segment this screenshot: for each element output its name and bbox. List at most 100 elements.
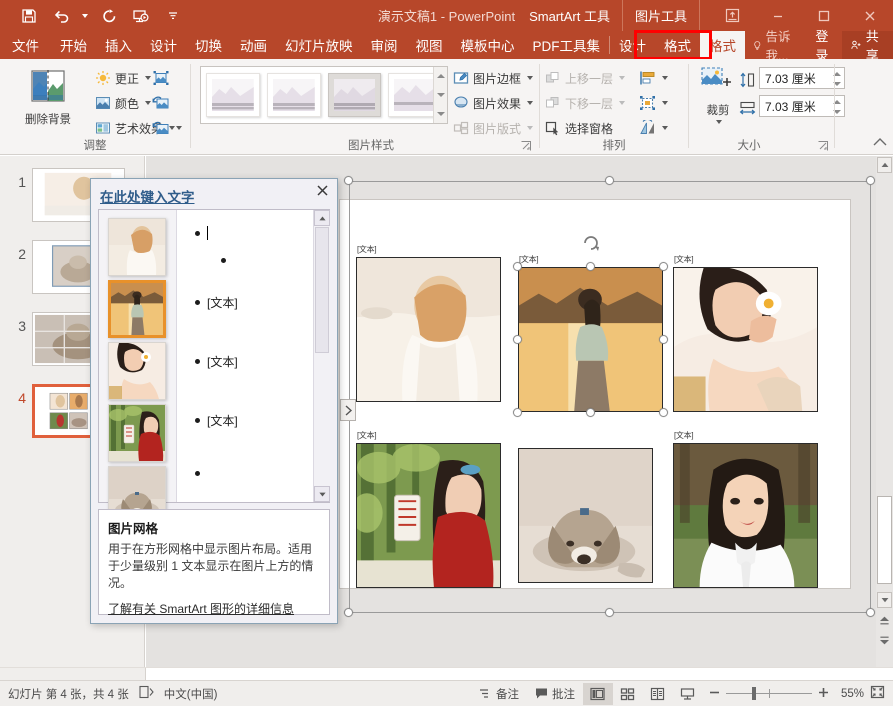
- sign-in-button[interactable]: 登录: [807, 29, 842, 63]
- text-pane-scroll-up-button[interactable]: [314, 210, 330, 226]
- tab-transitions[interactable]: 切换: [186, 31, 231, 59]
- text-pane-bullet-1[interactable]: [195, 226, 215, 240]
- zoom-slider-track[interactable]: [725, 687, 812, 700]
- picture-layout-button[interactable]: 图片版式: [453, 117, 534, 139]
- tab-review[interactable]: 审阅: [362, 31, 407, 59]
- scroll-down-button[interactable]: [877, 592, 892, 608]
- rotate-button[interactable]: [639, 117, 668, 139]
- send-backward-button[interactable]: 下移一层: [545, 92, 626, 114]
- close-icon[interactable]: [316, 184, 329, 201]
- start-slideshow-icon[interactable]: [126, 3, 156, 29]
- zoom-out-icon[interactable]: [709, 687, 720, 701]
- customize-qat-icon[interactable]: [158, 3, 188, 29]
- language-label[interactable]: 中文(中国): [164, 686, 218, 702]
- smartart-handle-se[interactable]: [866, 608, 875, 617]
- picture-styles-dialog-launcher[interactable]: [521, 141, 531, 151]
- tab-animations[interactable]: 动画: [231, 31, 276, 59]
- text-pane-bullet-4[interactable]: [文本]: [195, 353, 238, 370]
- text-pane-bullet-5[interactable]: [文本]: [195, 412, 238, 429]
- tab-insert[interactable]: 插入: [96, 31, 141, 59]
- tab-design[interactable]: 设计: [141, 31, 186, 59]
- slide-vertical-scrollbar[interactable]: [876, 156, 893, 667]
- tab-slideshow[interactable]: 幻灯片放映: [276, 31, 362, 59]
- smartart-handle-s[interactable]: [605, 608, 614, 617]
- text-pane-bullet-6[interactable]: [195, 471, 207, 476]
- text-pane-bullet-2[interactable]: [221, 258, 233, 263]
- text-pane-scroll-down-button[interactable]: [314, 486, 330, 502]
- reset-picture-button[interactable]: [152, 117, 182, 139]
- change-picture-button[interactable]: [152, 92, 170, 114]
- learn-more-link[interactable]: 了解有关 SmartArt 图形的详细信息: [108, 600, 320, 617]
- selection-pane-button[interactable]: 选择窗格: [545, 117, 613, 139]
- notes-button[interactable]: 备注: [471, 683, 527, 705]
- gallery-scroll-down-button[interactable]: [433, 85, 447, 105]
- ribbon-display-options-icon[interactable]: [709, 0, 755, 31]
- corrections-button[interactable]: 更正: [95, 67, 152, 89]
- tab-template-center[interactable]: 模板中心: [452, 31, 524, 59]
- accessibility-icon[interactable]: [139, 685, 154, 702]
- undo-icon[interactable]: [46, 3, 76, 29]
- undo-dropdown-icon[interactable]: [78, 3, 92, 29]
- smartart-selection-frame[interactable]: [344, 176, 875, 617]
- group-button[interactable]: [639, 92, 668, 114]
- text-pane-thumb-4[interactable]: [108, 404, 166, 462]
- picture-effects-button[interactable]: 图片效果: [453, 92, 534, 114]
- comments-button[interactable]: 批注: [527, 683, 583, 705]
- expand-text-pane-button[interactable]: [340, 399, 356, 421]
- text-pane-scroll-thumb[interactable]: [315, 227, 329, 353]
- fit-slide-to-window-icon[interactable]: [870, 685, 885, 702]
- tab-pdf-tools[interactable]: PDF工具集: [524, 31, 610, 59]
- tab-picture-format[interactable]: 格式: [700, 31, 745, 59]
- zoom-slider-thumb[interactable]: [751, 687, 756, 700]
- text-pane-thumb-3[interactable]: [108, 342, 166, 400]
- picture-style-item-2[interactable]: [266, 73, 321, 117]
- save-icon[interactable]: [14, 3, 44, 29]
- scroll-up-button[interactable]: [877, 157, 892, 173]
- align-button[interactable]: [639, 67, 668, 89]
- width-spin-up-icon[interactable]: [830, 97, 843, 107]
- normal-view-icon[interactable]: [582, 682, 613, 705]
- zoom-slider[interactable]: [709, 687, 829, 701]
- rotate-caret-icon[interactable]: [662, 126, 668, 130]
- picture-border-button[interactable]: 图片边框: [453, 67, 534, 89]
- picture-style-item-1[interactable]: [206, 73, 260, 117]
- text-pane-thumb-2[interactable]: [108, 280, 166, 338]
- text-pane-bullet-3[interactable]: [文本]: [195, 294, 238, 311]
- smartart-handle-nw[interactable]: [344, 176, 353, 185]
- reading-view-icon[interactable]: [643, 683, 673, 705]
- tab-smartart-design[interactable]: 设计: [610, 31, 655, 59]
- slide-sorter-view-icon[interactable]: [613, 683, 643, 705]
- shape-width-input[interactable]: 7.03 厘米: [759, 95, 845, 117]
- smartart-handle-n[interactable]: [605, 176, 614, 185]
- picture-border-caret-icon[interactable]: [527, 76, 534, 80]
- picture-style-item-3[interactable]: [327, 73, 382, 117]
- slideshow-view-icon[interactable]: [673, 683, 703, 705]
- smartart-text-pane[interactable]: 在此处键入文字 [文本] [文本] [文本] 图片网格 用于在方形网格中显示图片…: [90, 178, 338, 624]
- group-caret-icon[interactable]: [662, 101, 668, 105]
- share-button[interactable]: 共享: [842, 29, 893, 63]
- gallery-more-button[interactable]: [433, 104, 447, 124]
- crop-button[interactable]: 裁剪: [694, 65, 742, 124]
- bring-forward-button[interactable]: 上移一层: [545, 67, 626, 89]
- shape-height-input[interactable]: 7.03 厘米: [759, 67, 845, 89]
- tab-smartart-format[interactable]: 格式: [655, 31, 700, 59]
- size-dialog-launcher[interactable]: [818, 141, 828, 151]
- gallery-scroll-up-button[interactable]: [433, 67, 447, 86]
- picture-effects-caret-icon[interactable]: [527, 101, 534, 105]
- text-pane-text-editor[interactable]: [文本] [文本] [文本]: [177, 210, 330, 502]
- smartart-handle-ne[interactable]: [866, 176, 875, 185]
- tab-home[interactable]: 开始: [51, 31, 96, 59]
- zoom-level-label[interactable]: 55%: [841, 688, 864, 700]
- bring-forward-caret-icon[interactable]: [619, 76, 626, 80]
- color-caret-icon[interactable]: [145, 101, 152, 105]
- tab-file[interactable]: 文件: [0, 31, 51, 59]
- redo-icon[interactable]: [94, 3, 124, 29]
- shape-height-spinner[interactable]: [830, 69, 843, 89]
- text-pane-thumbnail-strip[interactable]: [99, 210, 177, 524]
- width-spin-down-icon[interactable]: [830, 107, 843, 117]
- remove-background-button[interactable]: 删除背景: [12, 65, 84, 127]
- height-spin-up-icon[interactable]: [830, 69, 843, 79]
- height-spin-down-icon[interactable]: [830, 79, 843, 89]
- shape-width-spinner[interactable]: [830, 97, 843, 117]
- reset-picture-caret-icon[interactable]: [176, 126, 182, 130]
